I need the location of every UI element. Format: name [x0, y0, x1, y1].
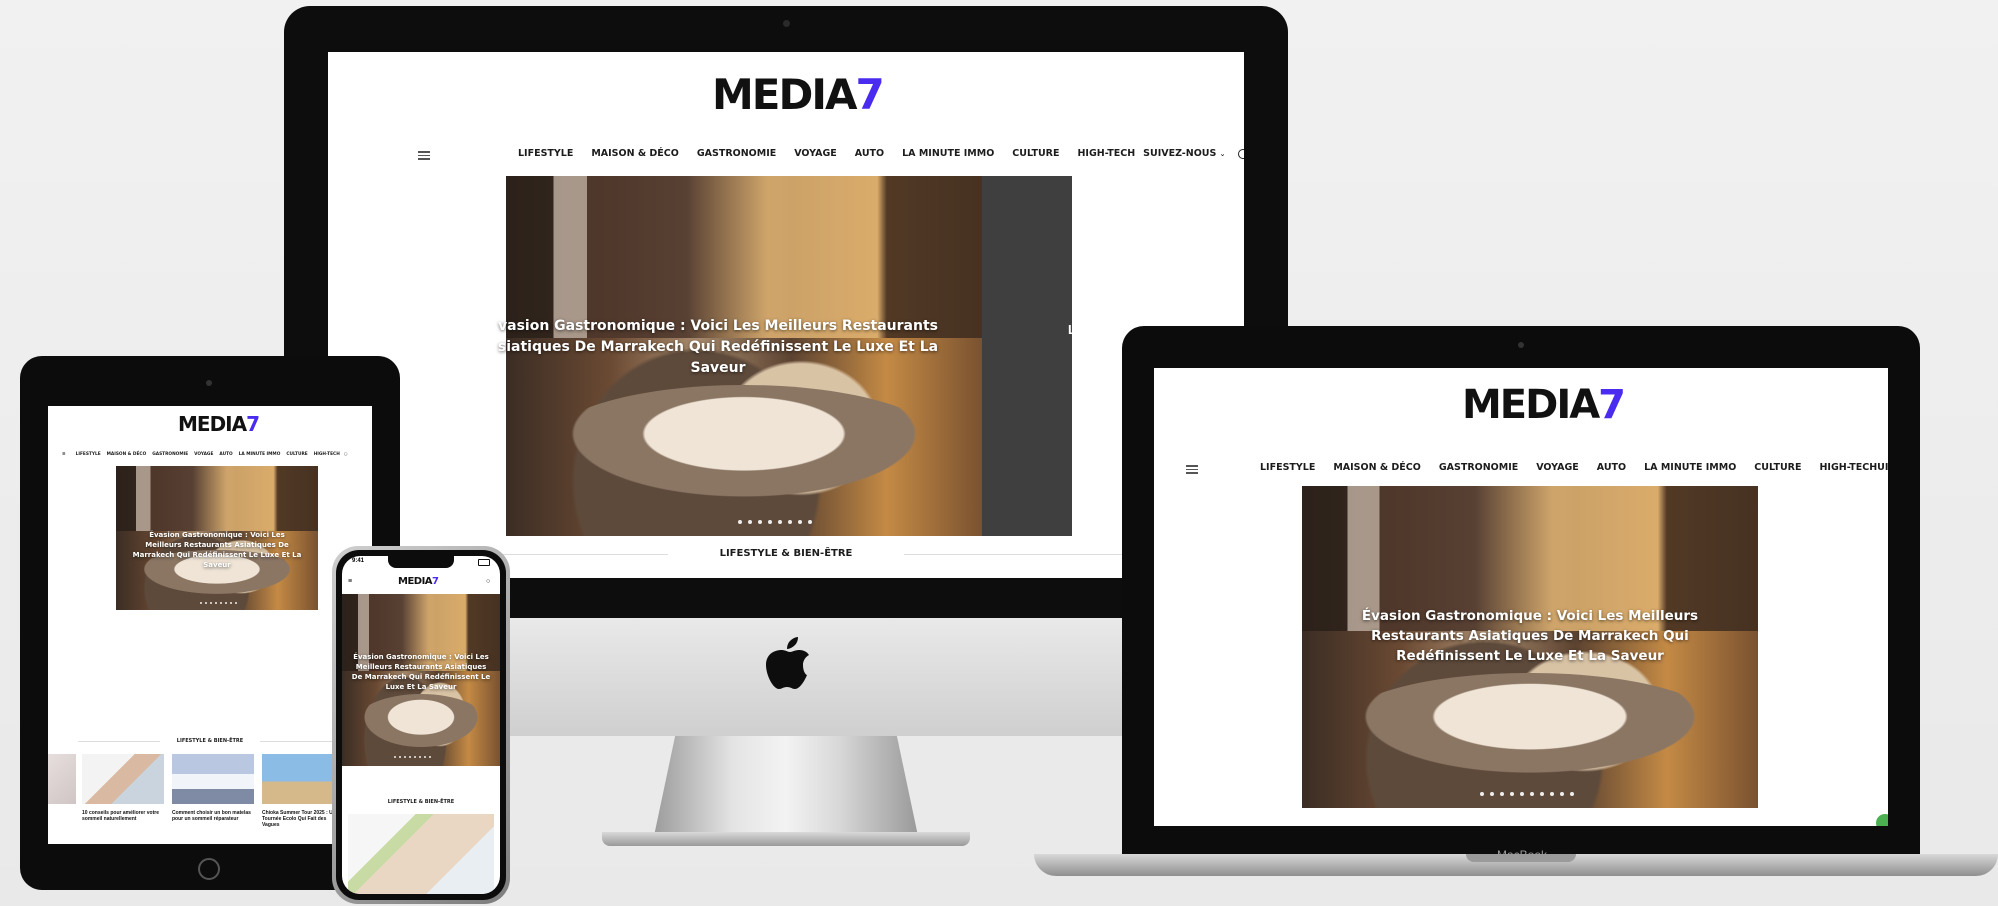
laptop-brand: MacBook [1496, 848, 1548, 862]
nav-item-auto[interactable]: AUTO [219, 452, 232, 457]
follow-menu[interactable]: SUIVEZ-NOUS ⌄ [1143, 148, 1225, 159]
nav-item-maison-deco[interactable]: MAISON & DÉCO [1333, 462, 1421, 473]
menu-icon[interactable] [1186, 465, 1198, 474]
phone-notch [388, 556, 454, 568]
site-logo[interactable]: MEDIA7 [712, 70, 885, 119]
nav-item-culture[interactable]: CULTURE [1754, 462, 1801, 473]
laptop-device: MacBook MEDIA7 LIFESTYLE MAISON & DÉCO G… [1034, 326, 1998, 886]
article-card-partial[interactable] [48, 754, 76, 804]
laptop-screen: MEDIA7 LIFESTYLE MAISON & DÉCO GASTRONOM… [1154, 368, 1888, 826]
slider-dots[interactable] [738, 520, 812, 524]
article-card-2-image[interactable] [172, 754, 254, 804]
nav-item-la-minute-immo[interactable]: LA MINUTE IMMO [1644, 462, 1736, 473]
chevron-down-icon: ⌄ [1219, 150, 1226, 158]
slider-dots[interactable] [1480, 792, 1574, 796]
phone-device: 9:41 MEDIA7 ≡ ○ Évasion Gastronomique : … [332, 546, 512, 906]
imac-stand [654, 736, 918, 836]
section-title: LIFESTYLE & BIEN-ÊTRE [668, 548, 904, 559]
nav-item-lifestyle[interactable]: LIFESTYLE [76, 452, 101, 457]
main-nav: LIFESTYLE MAISON & DÉCO GASTRONOMIE VOYA… [1260, 462, 1888, 473]
tablet-screen: MEDIA7 ≡ LIFESTYLE MAISON & DÉCO GASTRON… [48, 406, 372, 844]
site-logo[interactable]: MEDIA7 [398, 576, 439, 587]
slider-dots[interactable] [394, 756, 431, 758]
article-card-image[interactable] [348, 814, 494, 894]
nav-item-culture[interactable]: CULTURE [1012, 148, 1059, 159]
section-title: LIFESTYLE & BIEN-ÊTRE [160, 738, 260, 744]
article-card-1-title[interactable]: 10 conseils pour améliorer votre sommeil… [82, 810, 164, 822]
main-nav: LIFESTYLE MAISON & DÉCO GASTRONOMIE VOYA… [518, 148, 1244, 159]
laptop-camera-icon [1518, 342, 1524, 348]
nav-item-voyage[interactable]: VOYAGE [794, 148, 837, 159]
tablet-home-button[interactable] [198, 858, 220, 880]
article-card-1-image[interactable] [82, 754, 164, 804]
nav-item-lifestyle[interactable]: LIFESTYLE [1260, 462, 1315, 473]
search-icon[interactable] [1237, 148, 1244, 159]
nav-item-la-minute-immo[interactable]: LA MINUTE IMMO [902, 148, 994, 159]
hero-title[interactable]: vasion Gastronomique : Voici Les Meilleu… [478, 316, 958, 379]
nav-item-voyage[interactable]: VOYAGE [194, 452, 213, 457]
phone-screen: 9:41 MEDIA7 ≡ ○ Évasion Gastronomique : … [342, 556, 500, 894]
nav-item-high-tech[interactable]: HIGH-TECH [1077, 148, 1135, 159]
hero-title[interactable]: Évasion Gastronomique : Voici Les Meille… [1358, 606, 1702, 666]
search-icon[interactable]: ○ [486, 578, 490, 585]
nav-item-la-minute-immo[interactable]: LA MINUTE IMMO [239, 452, 281, 457]
nav-item-gastronomie[interactable]: GASTRONOMIE [1439, 462, 1518, 473]
nav-item-maison-deco[interactable]: MAISON & DÉCO [107, 452, 147, 457]
nav-item-gastronomie[interactable]: GASTRONOMIE [697, 148, 776, 159]
nav-item-culture[interactable]: CULTURE [286, 452, 307, 457]
nav-item-high-tech[interactable]: HIGH-TECH [314, 452, 340, 457]
nav-item-lifestyle[interactable]: LIFESTYLE [518, 148, 573, 159]
menu-icon[interactable]: ≡ [348, 578, 352, 585]
hero-title[interactable]: Évasion Gastronomique : Voici Les Meille… [350, 652, 492, 692]
menu-icon[interactable] [418, 151, 430, 160]
apple-logo-icon [762, 634, 812, 692]
section-title: LIFESTYLE & BIEN-ÊTRE [387, 799, 455, 805]
imac-foot [602, 832, 970, 846]
tablet-camera-icon [206, 380, 212, 386]
site-logo[interactable]: MEDIA7 [1462, 382, 1626, 428]
phone-time: 9:41 [352, 558, 365, 564]
menu-icon[interactable]: ≡ [62, 452, 66, 457]
nav-item-maison-deco[interactable]: MAISON & DÉCO [591, 148, 679, 159]
nav-item-voyage[interactable]: VOYAGE [1536, 462, 1579, 473]
main-nav: ≡ LIFESTYLE MAISON & DÉCO GASTRONOMIE VO… [62, 452, 348, 457]
search-icon[interactable]: ○ [344, 452, 348, 457]
nav-item-auto[interactable]: AUTO [855, 148, 884, 159]
chat-bubble-icon[interactable] [1876, 814, 1888, 826]
nav-item-auto[interactable]: AUTO [1597, 462, 1626, 473]
imac-camera-icon [783, 20, 790, 27]
nav-item-gastronomie[interactable]: GASTRONOMIE [152, 452, 188, 457]
article-card-2-title[interactable]: Comment choisir un bon matelas pour un s… [172, 810, 254, 822]
nav-overlap-high-tech-follow[interactable]: HIGH-TECHUIVEZ-NOUS [1819, 462, 1888, 473]
site-logo[interactable]: MEDIA7 [178, 412, 260, 436]
slider-dots[interactable] [200, 602, 237, 604]
hero-title[interactable]: Évasion Gastronomique : Voici Les Meille… [130, 530, 304, 570]
battery-icon [478, 559, 490, 566]
